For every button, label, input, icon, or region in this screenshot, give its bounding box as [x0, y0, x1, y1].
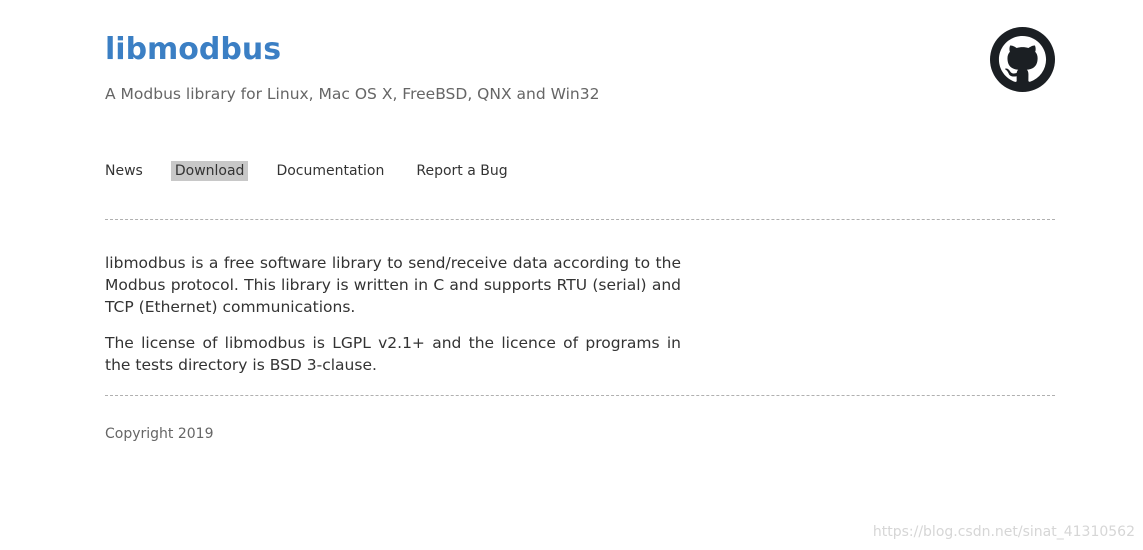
site-tagline: A Modbus library for Linux, Mac OS X, Fr… — [105, 85, 600, 103]
nav-item-report-a-bug[interactable]: Report a Bug — [412, 161, 511, 181]
main-content: libmodbus is a free software library to … — [105, 252, 681, 390]
nav-item-news[interactable]: News — [105, 161, 147, 181]
watermark-text: https://blog.csdn.net/sinat_41310562 — [872, 524, 1135, 540]
nav-item-download[interactable]: Download — [170, 161, 249, 181]
site-title-link[interactable]: libmodbus — [105, 28, 281, 72]
main-nav: News Download Documentation Report a Bug — [105, 160, 536, 182]
license-paragraph: The license of libmodbus is LGPL v2.1+ a… — [105, 334, 681, 374]
nav-item-documentation[interactable]: Documentation — [272, 161, 388, 181]
intro-paragraph: libmodbus is a free software library to … — [105, 254, 681, 316]
bottom-divider — [105, 395, 1055, 396]
copyright-text: Copyright 2019 — [105, 426, 214, 442]
top-divider — [105, 219, 1055, 220]
page: libmodbus A Modbus library for Linux, Ma… — [0, 0, 1143, 550]
github-icon[interactable] — [990, 27, 1055, 92]
